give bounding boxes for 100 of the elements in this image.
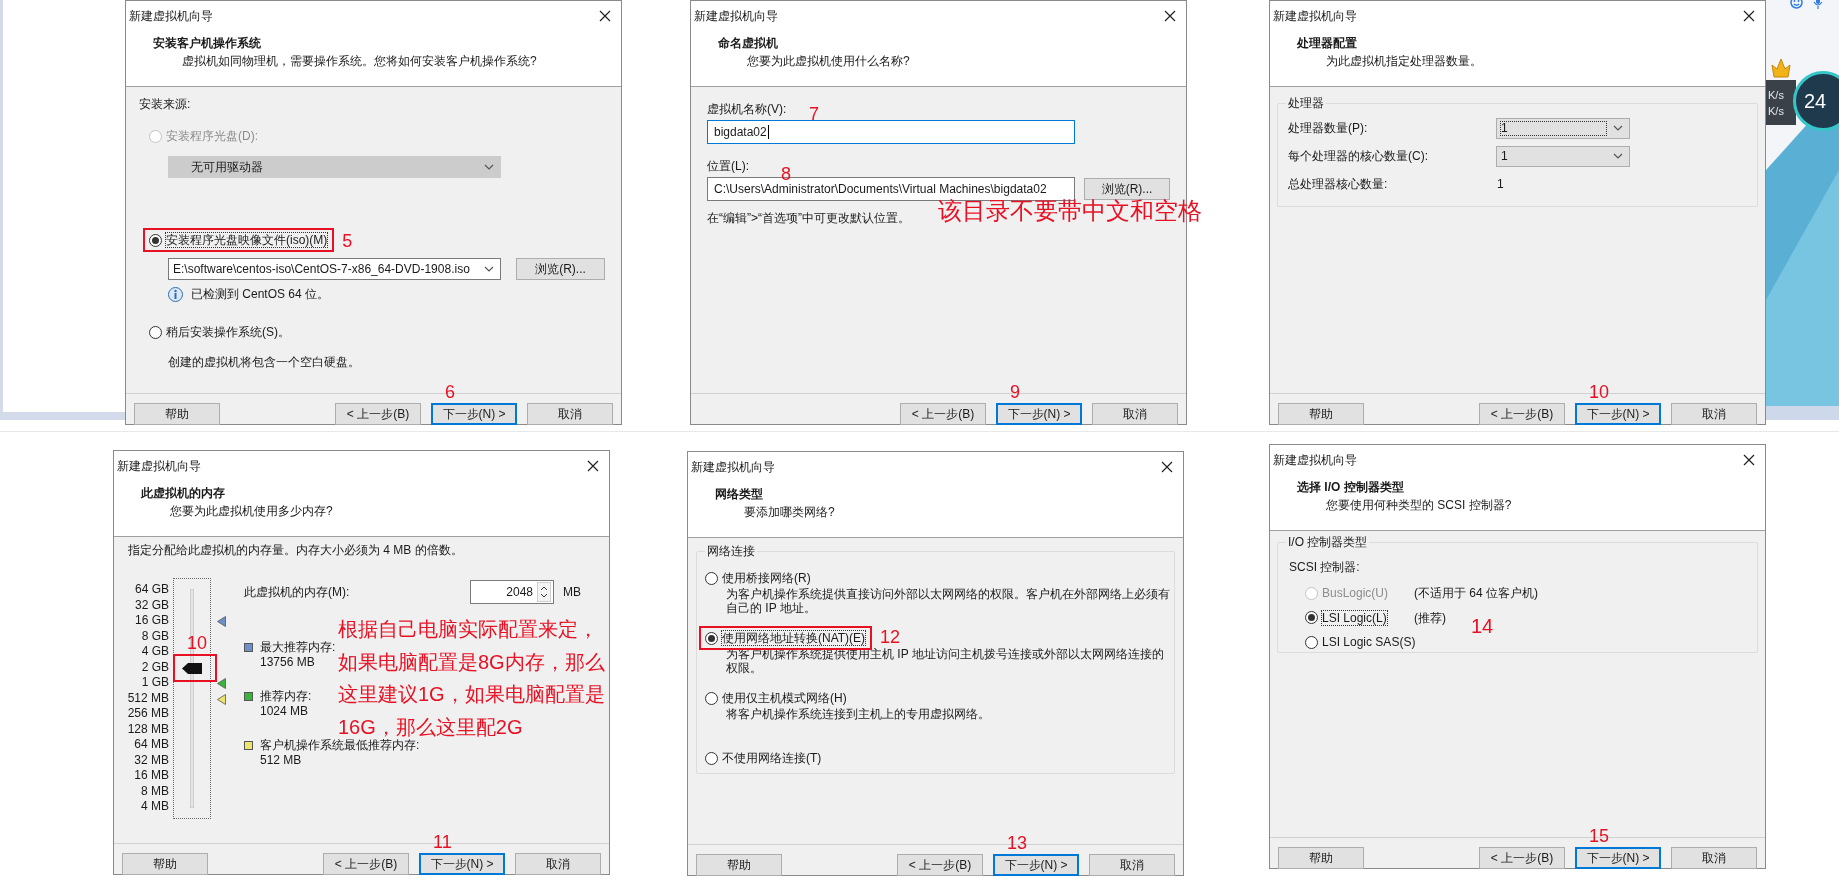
radio-label[interactable]: 使用桥接网络(R) bbox=[721, 570, 812, 586]
radio-button[interactable] bbox=[705, 751, 718, 765]
step-number: 10 bbox=[187, 634, 208, 653]
radio-button[interactable] bbox=[149, 325, 162, 339]
dialog-button[interactable]: < 上一步(B) bbox=[1479, 847, 1565, 869]
dialog-button[interactable]: 下一步(N) > bbox=[996, 403, 1082, 425]
speed-text: K/s bbox=[1768, 103, 1785, 118]
step-number: 6 bbox=[445, 383, 455, 401]
dialog-button[interactable]: 帮助 bbox=[1278, 403, 1364, 425]
radio-button[interactable] bbox=[705, 631, 718, 645]
scale-label: 16 GB bbox=[134, 613, 169, 629]
slider-thumb[interactable] bbox=[182, 662, 202, 674]
radio-button[interactable] bbox=[705, 691, 718, 705]
radio-label[interactable]: 稍后安装操作系统(S)。 bbox=[165, 324, 291, 340]
scale-label: 64 GB bbox=[134, 582, 169, 598]
info-text: 已检测到 CentOS 64 位。 bbox=[191, 286, 330, 302]
legend-label: 推荐内存: bbox=[260, 689, 312, 704]
scale-label: 8 GB bbox=[141, 628, 169, 644]
close-icon[interactable] bbox=[1161, 461, 1173, 473]
radio-label[interactable]: 使用仅主机模式网络(H) bbox=[721, 690, 848, 706]
close-icon[interactable] bbox=[587, 460, 599, 472]
scale-label: 1 GB bbox=[141, 675, 169, 691]
group-label: 网络连接 bbox=[705, 543, 757, 559]
dialog-subtitle: 要添加哪类网络? bbox=[744, 504, 835, 521]
dialog-heading: 安装客户机操作系统 bbox=[153, 35, 261, 52]
radio-label[interactable]: 使用网络地址转换(NAT)(E) bbox=[721, 630, 867, 646]
window-title: 新建虚拟机向导 bbox=[1273, 8, 1357, 24]
close-icon[interactable] bbox=[599, 10, 611, 22]
dialog-button[interactable]: 取消 bbox=[527, 403, 613, 425]
radio-label[interactable]: LSI Logic SAS(S) bbox=[1321, 634, 1417, 650]
field-label: 每个处理器的核心数量(C): bbox=[1288, 148, 1429, 165]
dialog-button[interactable]: 取消 bbox=[1671, 403, 1757, 425]
close-icon[interactable] bbox=[1743, 10, 1755, 22]
field-label: 虚拟机名称(V): bbox=[707, 101, 787, 117]
hint-text: 创建的虚拟机将包含一个空白硬盘。 bbox=[168, 354, 361, 370]
dialog-button[interactable]: < 上一步(B) bbox=[323, 853, 409, 875]
radio-button[interactable] bbox=[705, 571, 718, 585]
radio-label[interactable]: LSI Logic(L) bbox=[1321, 609, 1388, 626]
dropdown[interactable]: 1 bbox=[1496, 145, 1630, 167]
dialog-button[interactable]: < 上一步(B) bbox=[1479, 403, 1565, 425]
dialog-button[interactable]: 下一步(N) > bbox=[993, 854, 1079, 876]
dialog-button[interactable]: < 上一步(B) bbox=[897, 854, 983, 876]
field-value: 1 bbox=[1496, 176, 1504, 193]
browse-button[interactable]: 浏览(R)... bbox=[516, 258, 605, 280]
dialog-button[interactable]: 下一步(N) > bbox=[419, 853, 505, 875]
field-label: 此虚拟机的内存(M): bbox=[244, 584, 351, 601]
radio-button[interactable] bbox=[149, 233, 162, 247]
dialog-button[interactable]: < 上一步(B) bbox=[335, 403, 421, 425]
scale-label: 32 GB bbox=[134, 597, 169, 613]
radio-button[interactable] bbox=[1305, 635, 1318, 649]
step-number: 11 bbox=[433, 833, 452, 851]
scale-label: 8 MB bbox=[141, 783, 169, 799]
text-field[interactable]: bigdata02 bbox=[707, 120, 1075, 144]
field-label: 总处理器核心数量: bbox=[1288, 176, 1389, 193]
number-field[interactable]: 2048 bbox=[470, 580, 554, 604]
close-icon[interactable] bbox=[1743, 454, 1755, 466]
dialog-heading: 处理器配置 bbox=[1297, 35, 1357, 52]
radio-label[interactable]: 安装程序光盘映像文件(iso)(M) bbox=[165, 232, 329, 248]
browse-button[interactable]: 浏览(R)... bbox=[1084, 178, 1170, 200]
unit-label: MB bbox=[563, 584, 581, 601]
dialog-button[interactable]: 取消 bbox=[1671, 847, 1757, 869]
legend-value: 13756 MB bbox=[260, 655, 316, 670]
close-icon[interactable] bbox=[1164, 10, 1176, 22]
dialog-button[interactable]: 取消 bbox=[1092, 403, 1178, 425]
dialog-button[interactable]: 取消 bbox=[515, 853, 601, 875]
field-label: 处理器数量(P): bbox=[1288, 120, 1369, 137]
radio-label[interactable]: 不使用网络连接(T) bbox=[721, 750, 823, 766]
option-note: (不适用于 64 位客户机) bbox=[1414, 585, 1538, 603]
radio-button[interactable] bbox=[1305, 611, 1318, 624]
dialog-button[interactable]: 帮助 bbox=[122, 853, 208, 875]
option-description: 将客户机操作系统连接到主机上的专用虚拟网络。 bbox=[726, 707, 991, 723]
dialog-button[interactable]: 帮助 bbox=[134, 403, 220, 425]
dialog-button[interactable]: < 上一步(B) bbox=[900, 403, 986, 425]
chevron-icon bbox=[1613, 153, 1623, 159]
dialog-button[interactable]: 取消 bbox=[1089, 854, 1175, 876]
field-label: 位置(L): bbox=[707, 158, 749, 174]
description-text: 指定分配给此虚拟机的内存量。内存大小必须为 4 MB 的倍数。 bbox=[128, 542, 464, 558]
step-number: 13 bbox=[1007, 834, 1028, 852]
dialog-button[interactable]: 帮助 bbox=[696, 854, 782, 876]
dialog-button[interactable]: 下一步(N) > bbox=[1575, 403, 1661, 425]
dialog-button[interactable]: 下一步(N) > bbox=[431, 403, 517, 425]
legend-value: 512 MB bbox=[260, 753, 303, 768]
scale-label: 4 MB bbox=[141, 799, 169, 815]
microphone-icon[interactable] bbox=[1813, 0, 1823, 10]
chevron-icon bbox=[1613, 125, 1623, 131]
legend-label: 最大推荐内存: bbox=[260, 640, 336, 655]
step-number: 10 bbox=[1589, 383, 1610, 401]
legend-label: 客户机操作系统最低推荐内存: bbox=[260, 738, 420, 753]
dialog-heading: 网络类型 bbox=[715, 486, 763, 503]
dialog-subtitle: 您要为此虚拟机使用多少内存? bbox=[170, 503, 333, 520]
dropdown[interactable]: E:\software\centos-iso\CentOS-7-x86_64-DVD-1908.iso bbox=[168, 258, 501, 280]
scale-label: 32 MB bbox=[134, 752, 169, 768]
window-title: 新建虚拟机向导 bbox=[691, 459, 775, 475]
gauge-value: 24 bbox=[1804, 91, 1827, 111]
annotation-text: 该目录不要带中文和空格 bbox=[938, 199, 1202, 223]
dialog-button[interactable]: 下一步(N) > bbox=[1575, 847, 1661, 869]
dropdown[interactable]: 1 bbox=[1496, 117, 1630, 139]
spinner-icon[interactable] bbox=[537, 582, 551, 602]
crown-icon bbox=[1771, 57, 1791, 78]
dialog-button[interactable]: 帮助 bbox=[1278, 847, 1364, 869]
